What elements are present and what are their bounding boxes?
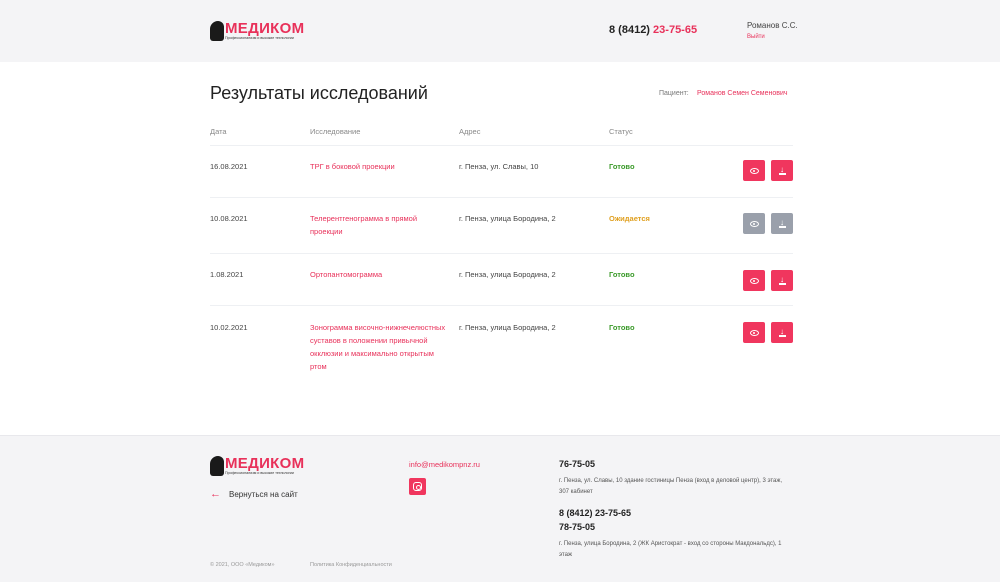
header: МЕДИКОМ Профессионализм и высокие технол… (0, 0, 1000, 62)
view-button[interactable] (743, 322, 765, 343)
download-button[interactable]: ↓ (771, 213, 793, 234)
logo[interactable]: МЕДИКОМ Профессионализм и высокие технол… (210, 21, 304, 41)
row-address: г. Пенза, ул. Славы, 10 (459, 162, 539, 171)
download-icon: ↓ (778, 218, 786, 228)
logo-head-icon (210, 456, 224, 476)
back-to-site-label: Вернуться на сайт (229, 489, 298, 499)
footer (0, 435, 1000, 582)
arrow-left-icon: ← (210, 488, 221, 500)
row-status: Готово (609, 270, 635, 279)
download-icon: ↓ (778, 165, 786, 175)
eye-icon (749, 167, 759, 174)
table-row: 10.02.2021 Зонограмма височно-нижнечелюс… (210, 305, 793, 385)
row-status: Ожидается (609, 214, 650, 223)
row-study-link[interactable]: ТРГ в боковой проекции (310, 160, 430, 173)
footer-address-1: г. Пенза, ул. Славы, 10 здание гостиницы… (559, 478, 783, 495)
logo-tagline: Профессионализм и высокие технологии (225, 36, 294, 41)
patient-label: Пациент: (659, 90, 689, 97)
column-header-address: Адрес (459, 127, 481, 136)
page-title: Результаты исследований (210, 83, 428, 103)
header-phone-number: 23-75-65 (653, 24, 698, 36)
row-study-link[interactable]: Зонограмма височно-нижнечелюстных сустав… (310, 321, 452, 373)
logo-tagline: Профессионализм и высокие технологии (225, 471, 294, 476)
header-phone[interactable]: 8 (8412) 23-75-65 (609, 24, 697, 36)
row-date: 16.08.2021 (210, 162, 248, 171)
row-study-link[interactable]: Ортопантомограмма (310, 268, 430, 281)
download-button[interactable]: ↓ (771, 322, 793, 343)
row-date: 10.08.2021 (210, 214, 248, 223)
footer-logo[interactable]: МЕДИКОМ Профессионализм и высокие технол… (210, 456, 304, 476)
table-row: 1.08.2021 Ортопантомограмма г. Пенза, ул… (210, 253, 793, 305)
footer-email-link[interactable]: info@medikompnz.ru (409, 460, 480, 469)
instagram-button[interactable] (409, 478, 426, 495)
logout-link[interactable]: Выйти (747, 34, 765, 40)
privacy-policy-link[interactable]: Политика Конфиденциальности (310, 562, 392, 568)
column-header-status: Статус (609, 127, 633, 136)
row-study-link[interactable]: Телерентгенограмма в прямой проекции (310, 212, 430, 238)
table-row: 16.08.2021 ТРГ в боковой проекции г. Пен… (210, 145, 793, 197)
eye-icon (749, 220, 759, 227)
row-address: г. Пенза, улица Бородина, 2 (459, 270, 556, 279)
row-date: 10.02.2021 (210, 323, 248, 332)
patient-name[interactable]: Романов Семен Семенович (697, 90, 788, 97)
row-status: Готово (609, 162, 635, 171)
column-header-study: Исследование (310, 127, 361, 136)
footer-phone-3[interactable]: 78-75-05 (559, 522, 595, 532)
footer-phone-2[interactable]: 8 (8412) 23-75-65 (559, 508, 631, 518)
eye-icon (749, 277, 759, 284)
header-phone-prefix: 8 (8412) (609, 24, 650, 36)
view-button[interactable] (743, 213, 765, 234)
footer-address-2: г. Пенза, улица Бородина, 2 (ЖК Аристокр… (559, 541, 782, 558)
row-status: Готово (609, 323, 635, 332)
footer-phone-1[interactable]: 76-75-05 (559, 459, 595, 469)
row-address: г. Пенза, улица Бородина, 2 (459, 323, 556, 332)
column-header-date: Дата (210, 127, 227, 136)
row-address: г. Пенза, улица Бородина, 2 (459, 214, 556, 223)
download-icon: ↓ (778, 327, 786, 337)
download-icon: ↓ (778, 275, 786, 285)
instagram-icon (413, 482, 422, 491)
download-button[interactable]: ↓ (771, 270, 793, 291)
logo-name: МЕДИКОМ (225, 455, 305, 473)
table-row: 10.08.2021 Телерентгенограмма в прямой п… (210, 197, 793, 253)
row-date: 1.08.2021 (210, 270, 244, 279)
user-name: Романов С.С. (747, 21, 798, 30)
back-to-site-link[interactable]: ← Вернуться на сайт (210, 488, 298, 500)
eye-icon (749, 329, 759, 336)
logo-head-icon (210, 21, 224, 41)
view-button[interactable] (743, 160, 765, 181)
copyright: © 2021, ООО «Медиком» (210, 562, 275, 568)
download-button[interactable]: ↓ (771, 160, 793, 181)
logo-name: МЕДИКОМ (225, 20, 305, 38)
view-button[interactable] (743, 270, 765, 291)
